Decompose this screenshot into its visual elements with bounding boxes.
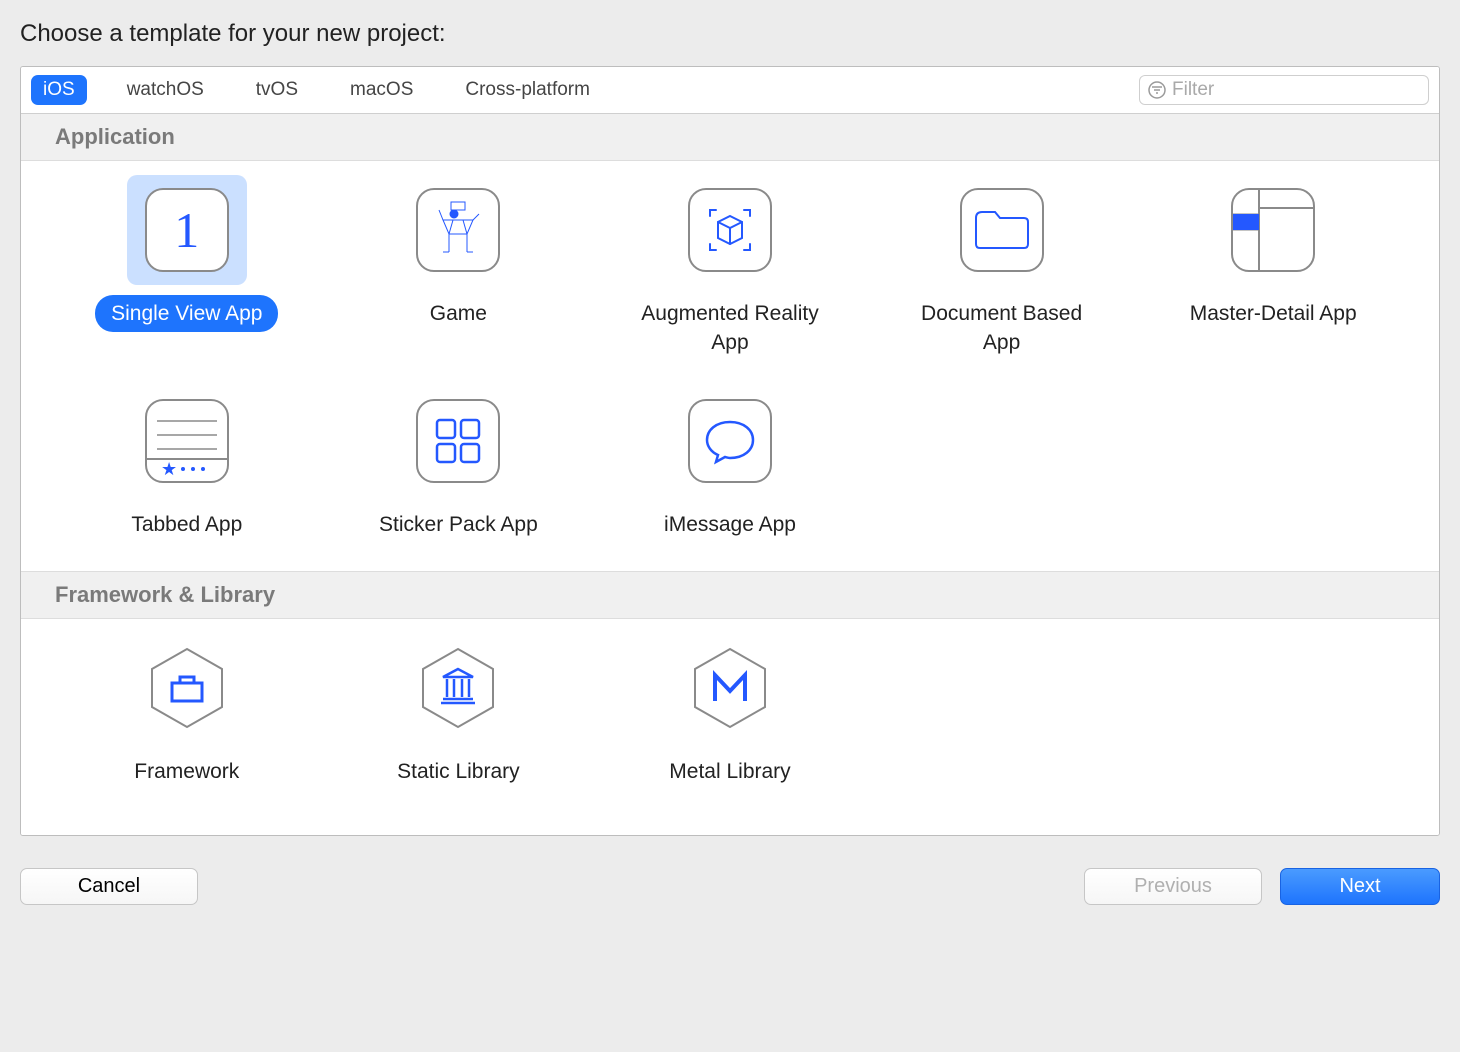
previous-button: Previous [1084, 868, 1262, 905]
platform-tabs: iOS watchOS tvOS macOS Cross-platform [31, 75, 602, 105]
ar-icon [670, 175, 790, 285]
metal-library-icon [670, 633, 790, 743]
platform-tab-cross[interactable]: Cross-platform [453, 75, 602, 105]
game-icon [398, 175, 518, 285]
template-label: Master-Detail App [1174, 295, 1373, 332]
filter-field[interactable] [1139, 75, 1429, 105]
platform-tab-ios[interactable]: iOS [31, 75, 87, 105]
template-tabbed-app[interactable]: ★ Tabbed App [51, 386, 323, 543]
section-header-framework: Framework & Library [21, 571, 1439, 619]
template-master-detail-app[interactable]: Master-Detail App [1137, 175, 1409, 362]
template-sticker-pack-app[interactable]: Sticker Pack App [323, 386, 595, 543]
platform-tab-tvos[interactable]: tvOS [244, 75, 310, 105]
static-library-icon [398, 633, 518, 743]
template-panel: iOS watchOS tvOS macOS Cross-platform Ap… [20, 66, 1440, 836]
platform-toolbar: iOS watchOS tvOS macOS Cross-platform [21, 67, 1439, 114]
folder-icon [942, 175, 1062, 285]
next-button[interactable]: Next [1280, 868, 1440, 905]
template-document-app[interactable]: Document Based App [866, 175, 1138, 362]
sticker-pack-icon [398, 386, 518, 496]
dialog-title: Choose a template for your new project: [20, 20, 1440, 48]
imessage-icon [670, 386, 790, 496]
template-game[interactable]: Game [323, 175, 595, 362]
platform-tab-watchos[interactable]: watchOS [115, 75, 216, 105]
framework-icon [127, 633, 247, 743]
filter-icon [1148, 81, 1166, 99]
dialog-buttons: Cancel Previous Next [20, 868, 1440, 905]
template-label: Metal Library [653, 753, 806, 790]
template-metal-library[interactable]: Metal Library [594, 633, 866, 790]
framework-grid: Framework [21, 619, 1439, 834]
template-label: Game [414, 295, 503, 332]
template-label: iMessage App [648, 506, 812, 543]
platform-tab-macos[interactable]: macOS [338, 75, 425, 105]
template-label: Single View App [95, 295, 278, 332]
template-imessage-app[interactable]: iMessage App [594, 386, 866, 543]
new-project-dialog: Choose a template for your new project: … [20, 20, 1440, 905]
template-single-view-app[interactable]: 1 Single View App [51, 175, 323, 362]
template-framework[interactable]: Framework [51, 633, 323, 790]
section-header-application: Application [21, 114, 1439, 161]
template-label: Sticker Pack App [363, 506, 554, 543]
template-label: Framework [118, 753, 255, 790]
filter-input[interactable] [1166, 79, 1420, 101]
template-static-library[interactable]: Static Library [323, 633, 595, 790]
svg-text:★: ★ [161, 459, 177, 479]
template-label: Document Based App [897, 295, 1107, 362]
template-label: Augmented Reality App [625, 295, 835, 362]
template-label: Tabbed App [115, 506, 258, 543]
tabbed-icon: ★ [127, 386, 247, 496]
template-ar-app[interactable]: Augmented Reality App [594, 175, 866, 362]
application-grid: 1 Single View App [21, 161, 1439, 571]
template-label: Static Library [381, 753, 536, 790]
cancel-button[interactable]: Cancel [20, 868, 198, 905]
master-detail-icon [1213, 175, 1333, 285]
single-view-app-icon: 1 [127, 175, 247, 285]
